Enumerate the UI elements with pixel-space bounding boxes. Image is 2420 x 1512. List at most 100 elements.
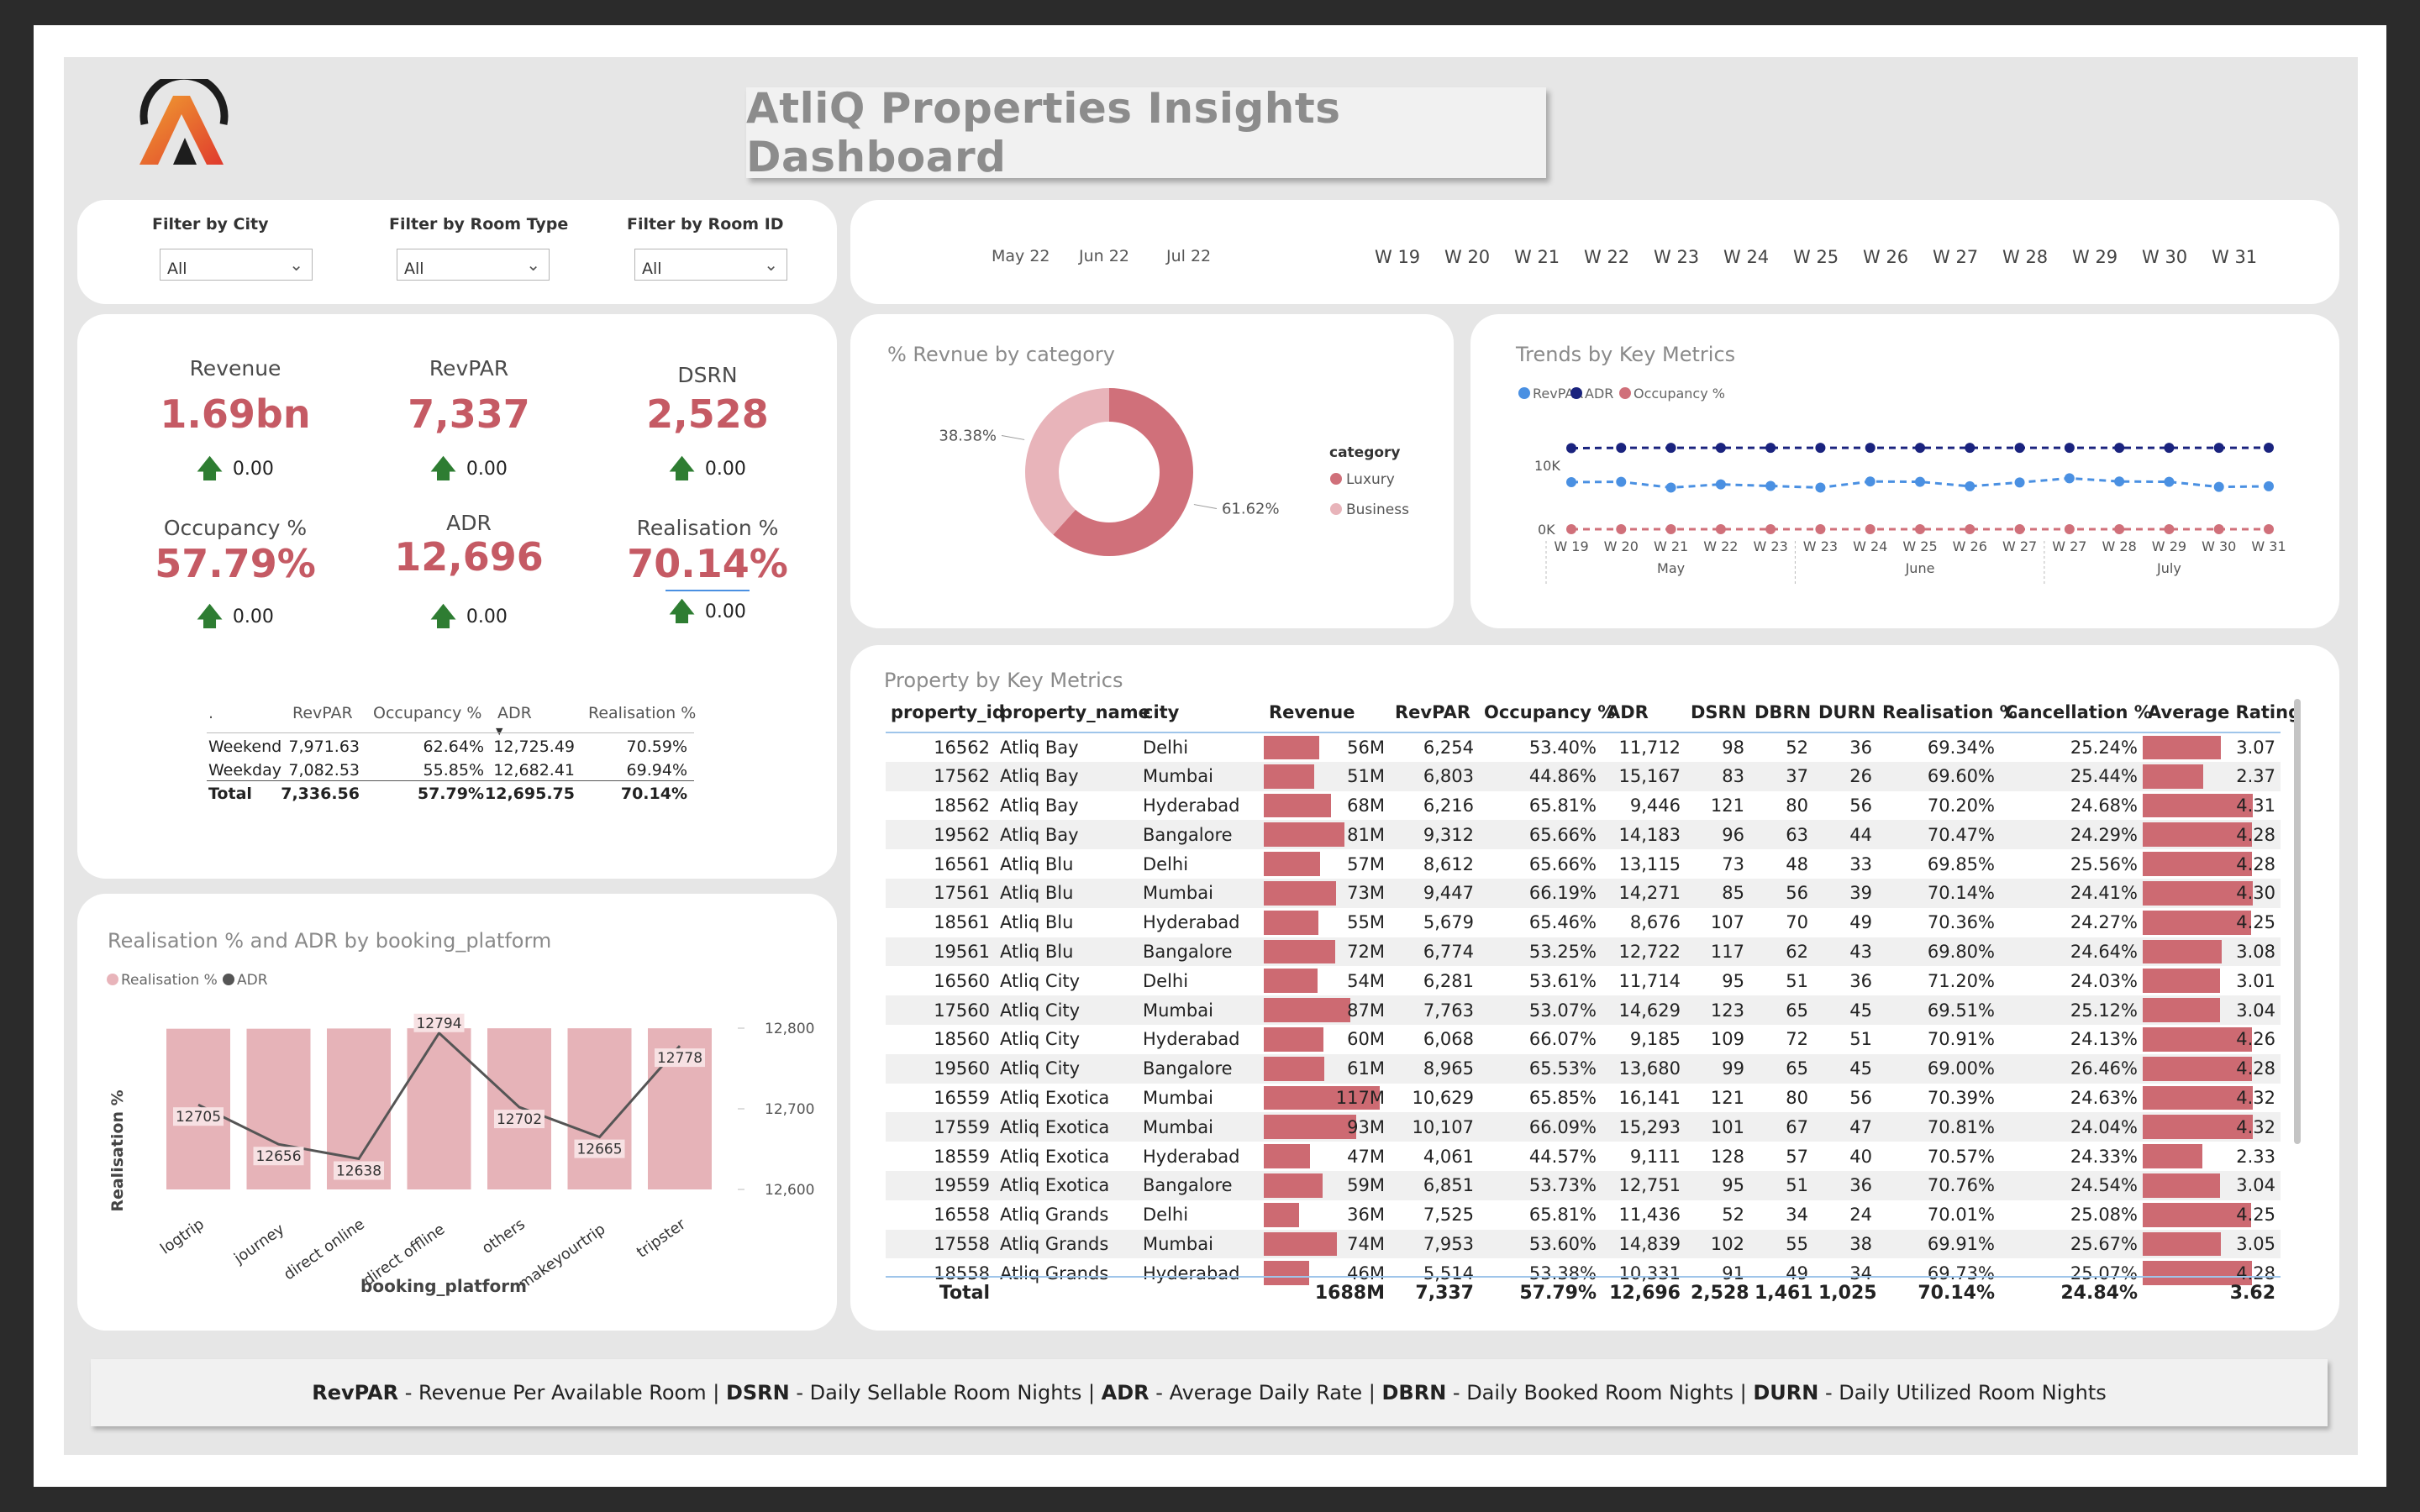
- room-type-dropdown[interactable]: All ⌄: [397, 249, 550, 281]
- table-cell: 39: [1813, 878, 1877, 908]
- table-cell: 9,446: [1629, 795, 1681, 816]
- x-tick-label: tripster: [634, 1215, 689, 1262]
- table-cell: 121: [1710, 795, 1744, 816]
- table-cell: 93M: [1264, 1112, 1390, 1142]
- week-chip[interactable]: W 25: [1793, 247, 1839, 267]
- table-row[interactable]: 17559 Atliq Exotica Mumbai 93M 10,107 66.09% 1…: [886, 1112, 2281, 1142]
- table-row[interactable]: 17560 Atliq City Mumbai 87M 7,763 53.07% 14,62…: [886, 995, 2281, 1025]
- table-row[interactable]: 19560 Atliq City Bangalore 61M 8,965 65.53% 13…: [886, 1053, 2281, 1084]
- table-cell-value: 2.37: [2236, 766, 2275, 787]
- legend-dot: [223, 974, 234, 985]
- data-point: [1865, 443, 1876, 454]
- column-header[interactable]: Revenue: [1264, 692, 1390, 733]
- table-cell: Hyderabad: [1143, 1029, 1240, 1050]
- week-chip[interactable]: W 29: [2072, 247, 2118, 267]
- month-chip[interactable]: May 22: [992, 247, 1050, 265]
- table-cell: 2.37: [2143, 761, 2281, 791]
- week-chip[interactable]: W 27: [1933, 247, 1978, 267]
- table-cell: 18560: [934, 1029, 990, 1050]
- column-header[interactable]: DURN: [1813, 692, 1877, 733]
- table-row[interactable]: 16559 Atliq Exotica Mumbai 117M 10,629 65.85%…: [886, 1084, 2281, 1113]
- week-chip[interactable]: W 30: [2142, 247, 2187, 267]
- table-row[interactable]: 17558 Atliq Grands Mumbai 74M 7,953 53.60% 14,…: [886, 1229, 2281, 1259]
- column-header[interactable]: property_id: [886, 692, 1005, 733]
- table-row[interactable]: 18560 Atliq City Hyderabad 60M 6,068 66.07% 9,…: [886, 1025, 2281, 1054]
- table-cell: 70.36%: [1927, 912, 1995, 933]
- bar-makeyourtrip: [567, 1028, 632, 1189]
- glossary-text: - Revenue Per Available Room |: [398, 1381, 726, 1404]
- column-header[interactable]: Occupancy %: [1479, 692, 1615, 733]
- week-chip[interactable]: W 24: [1723, 247, 1769, 267]
- column-header[interactable]: Cancellation %: [2000, 692, 2152, 733]
- column-header[interactable]: DBRN: [1749, 692, 1813, 733]
- table-cell: 85: [1686, 878, 1749, 908]
- column-header[interactable]: city: [1138, 692, 1264, 733]
- table-cell: 24.04%: [2000, 1112, 2143, 1142]
- table-cell: 47: [1813, 1112, 1877, 1142]
- kpi-delta: 🡅 0.00: [623, 450, 792, 493]
- table-row[interactable]: 19559 Atliq Exotica Bangalore 59M 6,851 53.73…: [886, 1170, 2281, 1200]
- up-arrow-icon: 🡅: [669, 597, 695, 627]
- table-cell: 71.20%: [1927, 970, 1995, 991]
- table-cell: 72M: [1264, 937, 1390, 967]
- column-header[interactable]: Realisation %: [1877, 692, 2018, 733]
- legend-dot: [1570, 387, 1582, 399]
- table-cell-value: 73M: [1347, 883, 1385, 904]
- x-tick-label: direct online: [281, 1215, 368, 1284]
- table-cell: 56M: [1264, 732, 1390, 762]
- table-cell: 52: [1786, 737, 1808, 758]
- week-chip[interactable]: W 26: [1863, 247, 1908, 267]
- month-chip[interactable]: Jun 22: [1079, 247, 1129, 265]
- table-cell: 107: [1710, 912, 1744, 933]
- column-header[interactable]: Average Rating: [2143, 692, 2301, 733]
- mini-table-header: Occupancy %: [373, 704, 482, 722]
- week-chip[interactable]: W 20: [1444, 247, 1490, 267]
- table-row[interactable]: 16562 Atliq Bay Delhi 56M 6,254 53.40% 11,712 9…: [886, 732, 2281, 762]
- table-scrollbar[interactable]: [2294, 699, 2301, 1144]
- week-chip[interactable]: W 19: [1375, 247, 1420, 267]
- property-totals-row: Total 1688M 7,337 57.79% 12,696 2,528 1,461 1,0…: [886, 1276, 2281, 1309]
- data-point: [2064, 524, 2075, 534]
- column-header[interactable]: RevPAR: [1390, 692, 1479, 733]
- mini-table-cell: 7,336.56: [281, 785, 360, 803]
- week-chip[interactable]: W 22: [1584, 247, 1629, 267]
- table-cell: 95: [1686, 1170, 1749, 1200]
- totals-cell: [995, 1277, 1138, 1309]
- city-dropdown-value: All: [167, 260, 187, 278]
- table-cell: 44.86%: [1479, 761, 1602, 791]
- table-row[interactable]: 16558 Atliq Grands Delhi 36M 7,525 65.81% 11,4…: [886, 1200, 2281, 1230]
- table-row[interactable]: 18561 Atliq Blu Hyderabad 55M 5,679 65.46% 8,6…: [886, 908, 2281, 937]
- table-cell: Mumbai: [1143, 1087, 1213, 1108]
- table-row[interactable]: 18559 Atliq Exotica Hyderabad 47M 4,061 44.57…: [886, 1142, 2281, 1171]
- city-dropdown[interactable]: All ⌄: [160, 249, 313, 281]
- table-cell: 55: [1749, 1229, 1813, 1259]
- table-row[interactable]: 16560 Atliq City Delhi 54M 6,281 53.61% 11,714…: [886, 966, 2281, 995]
- data-point: [1915, 443, 1925, 454]
- column-header[interactable]: DSRN: [1686, 692, 1749, 733]
- room-id-dropdown[interactable]: All ⌄: [634, 249, 787, 281]
- x-tick-label: journey: [230, 1221, 288, 1268]
- table-row[interactable]: 17561 Atliq Blu Mumbai 73M 9,447 66.19% 14,271…: [886, 878, 2281, 908]
- x-tick-label: makeyourtrip: [515, 1221, 608, 1293]
- data-point: [1865, 476, 1876, 487]
- table-cell-value: 72M: [1347, 941, 1385, 962]
- column-header[interactable]: property_name: [995, 692, 1150, 733]
- table-cell: 16562: [934, 737, 990, 758]
- week-chip[interactable]: W 23: [1654, 247, 1699, 267]
- table-cell: 4.32: [2143, 1084, 2281, 1113]
- column-header[interactable]: ADR: [1602, 692, 1686, 733]
- table-row[interactable]: 19562 Atliq Bay Bangalore 81M 9,312 65.66% 14,…: [886, 820, 2281, 850]
- table-row[interactable]: 18562 Atliq Bay Hyderabad 68M 6,216 65.81% 9,4…: [886, 791, 2281, 821]
- table-cell: 17559: [886, 1112, 995, 1142]
- table-row[interactable]: 17562 Atliq Bay Mumbai 51M 6,803 44.86% 15,167…: [886, 761, 2281, 791]
- week-chip[interactable]: W 28: [2002, 247, 2048, 267]
- week-chip[interactable]: W 31: [2212, 247, 2257, 267]
- table-cell: 102: [1686, 1229, 1749, 1259]
- table-cell-value: 47M: [1347, 1146, 1385, 1167]
- table-row[interactable]: 19561 Atliq Blu Bangalore 72M 6,774 53.25% 12,…: [886, 937, 2281, 967]
- mini-table-cell: 70.59%: [626, 738, 687, 756]
- week-chip[interactable]: W 21: [1514, 247, 1560, 267]
- month-chip[interactable]: Jul 22: [1166, 247, 1211, 265]
- donut-title: % Revnue by category: [887, 343, 1115, 366]
- table-row[interactable]: 16561 Atliq Blu Delhi 57M 8,612 65.66% 13,115 7…: [886, 849, 2281, 879]
